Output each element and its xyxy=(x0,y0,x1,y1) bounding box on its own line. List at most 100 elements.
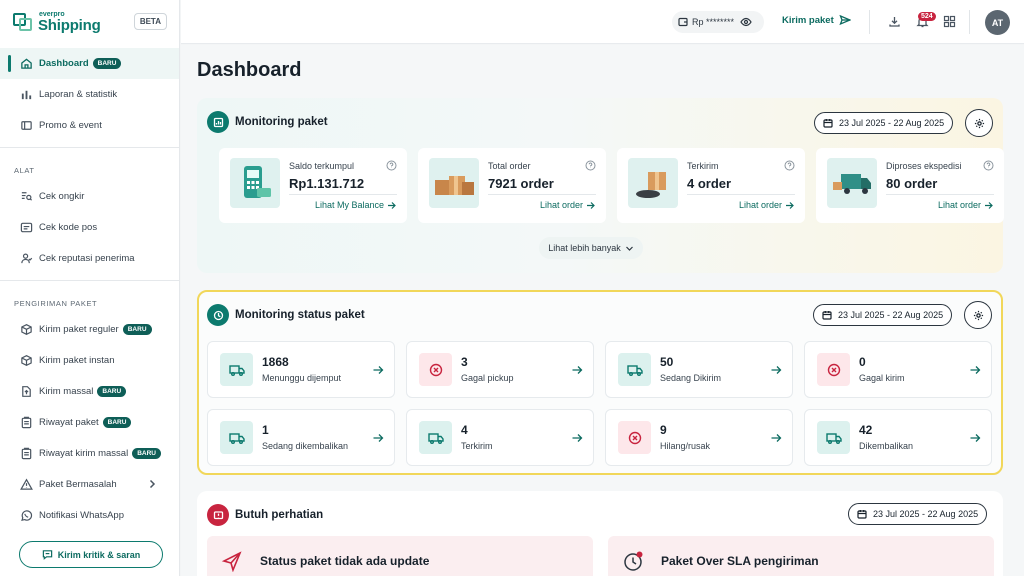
sidebar-item-notifikasi-whatsapp[interactable]: Notifikasi WhatsApp xyxy=(0,500,179,531)
page-title: Dashboard xyxy=(197,59,302,81)
panel-title-text: Butuh perhatian xyxy=(235,509,324,521)
settings-button[interactable] xyxy=(964,301,992,329)
balance-pill[interactable]: Rp ******** xyxy=(672,11,764,33)
status-icon-box xyxy=(618,421,651,454)
status-card-hilang-rusak[interactable]: 9 Hilang/rusak xyxy=(605,409,793,466)
arrow-right-icon xyxy=(786,201,794,209)
sidebar-item-cek-kode-pos[interactable]: Cek kode pos xyxy=(0,212,179,243)
wallet-icon xyxy=(678,17,688,27)
stat-label: Saldo terkumpul xyxy=(289,161,355,171)
whatsapp-icon xyxy=(21,510,33,521)
help-icon[interactable] xyxy=(983,160,994,171)
sidebar-item-label: Cek kode pos xyxy=(39,222,98,233)
date-range-picker[interactable]: 23 Jul 2025 - 22 Aug 2025 xyxy=(813,304,953,326)
date-range-text: 23 Jul 2025 - 22 Aug 2025 xyxy=(838,310,944,320)
feedback-button[interactable]: Kirim kritik & saran xyxy=(19,541,163,568)
sidebar-item-riwayat-kirim-massal[interactable]: Riwayat kirim massal BARU xyxy=(0,438,179,469)
new-badge: BARU xyxy=(102,417,132,428)
attention-card-no-update[interactable]: Status paket tidak ada update xyxy=(207,536,593,576)
sidebar-item-label: Riwayat paket xyxy=(39,417,99,428)
x-circle-icon xyxy=(827,363,840,376)
sidebar-item-promo[interactable]: Promo & event xyxy=(0,110,179,141)
section-title-pengiriman: PENGIRIMAN PAKET xyxy=(14,299,98,308)
butuh-perhatian-panel: Butuh perhatian 23 Jul 2025 - 22 Aug 202… xyxy=(197,491,1003,576)
divider xyxy=(687,194,795,195)
chevron-right-icon xyxy=(149,479,156,489)
lihat-order-link[interactable]: Lihat order xyxy=(938,200,993,210)
ticket-icon xyxy=(21,121,32,130)
download-icon[interactable] xyxy=(888,15,901,28)
status-card-gagal-kirim[interactable]: 0 Gagal kirim xyxy=(804,341,992,398)
sidebar-item-riwayat-paket[interactable]: Riwayat paket BARU xyxy=(0,407,179,438)
sidebar-item-kirim-instan[interactable]: Kirim paket instan xyxy=(0,345,179,376)
help-icon[interactable] xyxy=(386,160,397,171)
sidebar-item-kirim-massal[interactable]: Kirim massal BARU xyxy=(0,376,179,407)
brand-name: Shipping xyxy=(38,17,101,34)
sidebar-item-laporan[interactable]: Laporan & statistik xyxy=(0,79,179,110)
sidebar-item-kirim-reguler[interactable]: Kirim paket reguler BARU xyxy=(0,314,179,345)
lihat-my-balance-link[interactable]: Lihat My Balance xyxy=(315,200,396,210)
attention-title: Status paket tidak ada update xyxy=(260,554,430,568)
sidebar-item-label: Kirim massal xyxy=(39,386,94,397)
more-label: Lihat lebih banyak xyxy=(548,243,621,253)
arrow-right-icon xyxy=(771,434,782,442)
truck-icon xyxy=(427,432,444,444)
lihat-order-link[interactable]: Lihat order xyxy=(540,200,595,210)
status-card-gagal-pickup[interactable]: 3 Gagal pickup xyxy=(406,341,594,398)
arrow-right-icon xyxy=(388,201,396,209)
eye-icon[interactable] xyxy=(740,16,752,28)
sidebar-item-label: Notifikasi WhatsApp xyxy=(39,510,125,521)
chat-icon xyxy=(42,550,52,560)
status-label: Hilang/rusak xyxy=(660,441,711,451)
status-icon-box xyxy=(817,421,850,454)
beta-badge: BETA xyxy=(133,13,167,30)
box-icon xyxy=(21,354,32,367)
status-card-dikembalikan[interactable]: 42 Dikembalikan xyxy=(804,409,992,466)
sidebar-item-paket-bermasalah[interactable]: Paket Bermasalah xyxy=(0,469,179,500)
help-icon[interactable] xyxy=(585,160,596,171)
arrow-right-icon xyxy=(970,434,981,442)
status-card-sedang-dikembalikan[interactable]: 1 Sedang dikembalikan xyxy=(207,409,395,466)
status-count: 1 xyxy=(262,423,269,437)
sidebar-item-cek-reputasi[interactable]: Cek reputasi penerima xyxy=(0,243,179,274)
divider xyxy=(969,10,970,34)
status-card-menunggu-dijemput[interactable]: 1868 Menunggu dijemput xyxy=(207,341,395,398)
sidebar-item-label: Cek reputasi penerima xyxy=(39,253,135,264)
link-label: Lihat order xyxy=(937,200,981,210)
status-icon-box xyxy=(220,421,253,454)
attention-card-over-sla[interactable]: Paket Over SLA pengiriman xyxy=(608,536,994,576)
help-icon[interactable] xyxy=(784,160,795,171)
settings-button[interactable] xyxy=(965,109,993,137)
status-label: Gagal pickup xyxy=(461,373,514,383)
status-label: Terkirim xyxy=(461,441,493,451)
brand[interactable]: everpro Shipping BETA xyxy=(0,0,179,44)
sidebar-item-dashboard[interactable]: Dashboard BARU xyxy=(0,48,179,79)
calendar-icon xyxy=(822,311,832,320)
sidebar-item-cek-ongkir[interactable]: Cek ongkir xyxy=(0,181,179,212)
stat-card-diproses: Diproses ekspedisi 80 order Lihat order xyxy=(816,148,1004,223)
status-icon-box xyxy=(817,353,850,386)
stat-card-saldo: Saldo terkumpul Rp1.131.712 Lihat My Bal… xyxy=(219,148,407,223)
arrow-right-icon xyxy=(985,201,993,209)
lihat-order-link[interactable]: Lihat order xyxy=(739,200,794,210)
avatar[interactable]: AT xyxy=(985,10,1010,35)
arrow-right-icon xyxy=(587,201,595,209)
box-icon xyxy=(21,323,32,336)
truck-icon xyxy=(626,364,643,376)
date-range-picker[interactable]: 23 Jul 2025 - 22 Aug 2025 xyxy=(814,112,954,134)
arrow-right-icon xyxy=(970,366,981,374)
sidebar-item-label: Riwayat kirim massal xyxy=(39,448,129,459)
list-search-icon xyxy=(21,192,33,201)
delivery-truck-illustration xyxy=(827,158,877,208)
divider xyxy=(289,194,397,195)
kirim-paket-button[interactable]: Kirim paket xyxy=(782,14,851,26)
date-range-picker[interactable]: 23 Jul 2025 - 22 Aug 2025 xyxy=(848,503,988,525)
stat-value: 7921 order xyxy=(488,176,554,191)
status-card-sedang-dikirim[interactable]: 50 Sedang Dikirim xyxy=(605,341,793,398)
boxes-illustration xyxy=(429,158,479,208)
status-card-terkirim[interactable]: 4 Terkirim xyxy=(406,409,594,466)
everpro-logo-icon xyxy=(13,13,32,31)
new-badge: BARU xyxy=(92,58,122,69)
apps-grid-icon[interactable] xyxy=(943,15,956,28)
lihat-lebih-banyak-button[interactable]: Lihat lebih banyak xyxy=(539,237,643,259)
